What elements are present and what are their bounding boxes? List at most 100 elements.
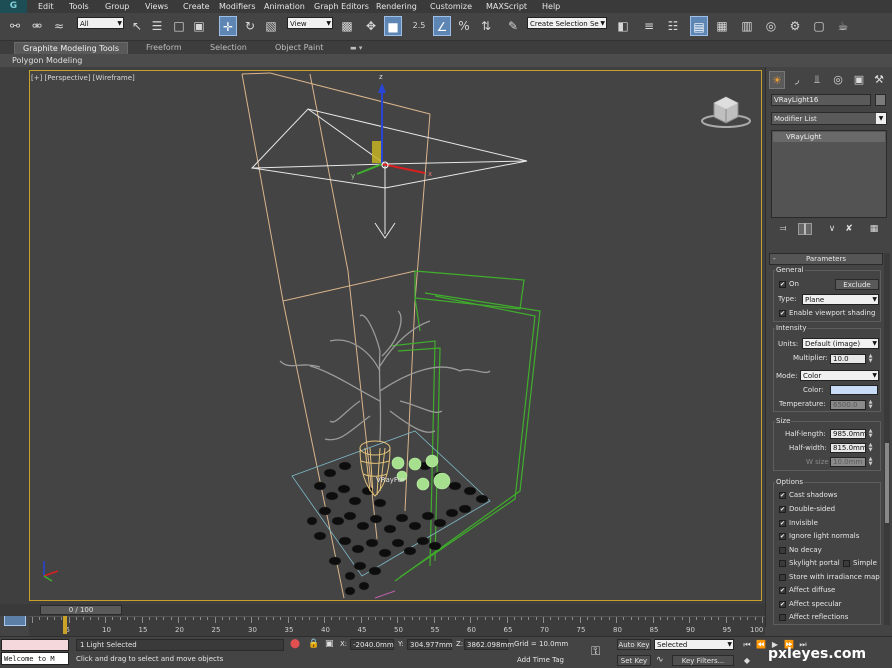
- affect-specular-checkbox[interactable]: ✔: [779, 601, 786, 608]
- key-set-dropdown[interactable]: Selected ▼: [654, 639, 734, 650]
- menu-modifiers[interactable]: Modifiers: [219, 1, 256, 12]
- modify-tab-icon[interactable]: ◞: [789, 71, 805, 89]
- half-length-field[interactable]: 985.0mm: [830, 429, 867, 439]
- double-sided-checkbox[interactable]: ✔: [779, 506, 786, 513]
- track-bar[interactable]: 5 10 15 20 25 30 35 40 45 50 55 60 65 70 75 80 85 90 95 100: [29, 616, 765, 636]
- select-and-scale-icon[interactable]: ▧: [262, 16, 280, 36]
- menu-maxscript[interactable]: MAXScript: [486, 1, 527, 12]
- key-filters-button[interactable]: Key Filters...: [672, 655, 734, 666]
- pivot-center-icon[interactable]: ▩: [338, 16, 356, 36]
- z-coord-field[interactable]: 3862.098mm: [464, 639, 514, 650]
- select-and-move-icon[interactable]: ✛: [219, 16, 237, 36]
- spinner-snap-icon[interactable]: ⇅: [477, 16, 495, 36]
- time-slider-thumb[interactable]: 0 / 100: [40, 605, 122, 615]
- menu-create[interactable]: Create: [183, 1, 210, 12]
- selection-filter-dropdown[interactable]: All ▼: [77, 17, 124, 29]
- tab-freeform[interactable]: Freeform: [146, 42, 182, 54]
- multiplier-spinner-icon[interactable]: ▲ ▼: [868, 354, 873, 364]
- stack-item-vraylight[interactable]: VRayLight: [773, 132, 885, 142]
- maxscript-listener-output[interactable]: [1, 639, 69, 651]
- half-length-spinner-icon[interactable]: ▲ ▼: [868, 429, 873, 439]
- menu-help[interactable]: Help: [542, 1, 560, 12]
- mode-dropdown[interactable]: Color ▼: [800, 370, 879, 381]
- menu-tools[interactable]: Tools: [69, 1, 89, 12]
- menu-rendering[interactable]: Rendering: [376, 1, 417, 12]
- ignore-light-normals-checkbox[interactable]: ✔: [779, 533, 786, 540]
- rendered-frame-window-icon[interactable]: ▢: [810, 16, 828, 36]
- auto-key-button[interactable]: Auto Key: [617, 639, 651, 650]
- exclude-button[interactable]: Exclude: [835, 279, 879, 290]
- key-mode-toggle-icon[interactable]: ◆: [741, 655, 753, 666]
- align-icon[interactable]: ≡: [640, 16, 658, 36]
- show-end-result-icon[interactable]: ┃: [798, 223, 812, 235]
- select-and-rotate-icon[interactable]: ↻: [241, 16, 259, 36]
- edit-named-selection-icon[interactable]: ✎: [504, 16, 522, 36]
- x-coord-field[interactable]: -2040.0mm: [350, 639, 394, 650]
- material-editor-icon[interactable]: ◎: [762, 16, 780, 36]
- window-crossing-icon[interactable]: ▣: [190, 16, 208, 36]
- no-decay-checkbox[interactable]: [779, 547, 786, 554]
- temperature-field[interactable]: 6500.0: [830, 400, 866, 410]
- snaps-toggle-icon[interactable]: 2.5: [410, 16, 428, 36]
- tab-graphite-modeling-tools[interactable]: Graphite Modeling Tools: [14, 42, 129, 54]
- schematic-view-icon[interactable]: ▥: [738, 16, 756, 36]
- angle-snap-icon[interactable]: ∠: [433, 16, 451, 36]
- selection-lock-icon[interactable]: 🔒: [308, 639, 319, 649]
- skylight-portal-checkbox[interactable]: [779, 560, 786, 567]
- named-selection-dropdown[interactable]: Create Selection Se ▼: [527, 17, 607, 29]
- configure-sets-icon[interactable]: ▦: [867, 223, 881, 235]
- ribbon-panel-label[interactable]: Polygon Modeling: [12, 56, 82, 65]
- previous-frame-icon[interactable]: ⏪: [755, 639, 767, 650]
- current-frame-marker[interactable]: [63, 616, 67, 634]
- app-logo-icon[interactable]: G: [0, 0, 27, 13]
- mirror-icon[interactable]: ◧: [614, 16, 632, 36]
- menu-customize[interactable]: Customize: [430, 1, 472, 12]
- viewport-label[interactable]: [+] [Perspective] [Wireframe]: [31, 74, 135, 82]
- bind-to-space-warp-icon[interactable]: ≈: [50, 16, 68, 36]
- select-by-name-icon[interactable]: ☰: [148, 16, 166, 36]
- tab-object-paint[interactable]: Object Paint: [275, 42, 323, 54]
- utilities-tab-icon[interactable]: ⚒: [871, 71, 887, 89]
- select-object-icon[interactable]: ↖: [128, 16, 146, 36]
- select-and-link-icon[interactable]: ⚯: [6, 16, 24, 36]
- make-unique-icon[interactable]: ∨: [825, 223, 839, 235]
- time-slider[interactable]: 0 / 100: [0, 604, 765, 616]
- half-width-field[interactable]: 815.0mm: [830, 443, 867, 453]
- tab-selection[interactable]: Selection: [210, 42, 247, 54]
- remove-modifier-icon[interactable]: ✘: [842, 223, 856, 235]
- y-coord-field[interactable]: 304.977mm: [407, 639, 453, 650]
- temperature-spinner-icon[interactable]: ▲ ▼: [868, 400, 873, 410]
- menu-animation[interactable]: Animation: [264, 1, 305, 12]
- set-key-icon[interactable]: ⚿: [591, 644, 600, 659]
- reference-coordinate-dropdown[interactable]: View ▼: [287, 17, 333, 29]
- create-tab-icon[interactable]: ☀: [769, 71, 785, 89]
- viewport-shading-checkbox[interactable]: ✔: [779, 310, 786, 317]
- object-color-swatch[interactable]: [875, 94, 886, 106]
- type-dropdown[interactable]: Plane ▼: [802, 294, 879, 305]
- units-dropdown[interactable]: Default (image) ▼: [802, 338, 879, 349]
- viewcube-icon[interactable]: [701, 96, 751, 128]
- cast-shadows-checkbox[interactable]: ✔: [779, 492, 786, 499]
- modifier-stack[interactable]: VRayLight: [771, 130, 887, 218]
- perspective-viewport[interactable]: z x y VRayFur: [29, 70, 762, 601]
- rectangular-selection-icon[interactable]: □: [170, 16, 188, 36]
- isolate-selection-icon[interactable]: ⬤: [290, 639, 300, 649]
- menu-group[interactable]: Group: [105, 1, 129, 12]
- affect-reflections-checkbox[interactable]: [779, 614, 786, 621]
- command-panel-scrollbar[interactable]: [884, 253, 890, 625]
- layer-manager-icon[interactable]: ☷: [664, 16, 682, 36]
- ribbon-options-icon[interactable]: ▬ ▾: [350, 42, 362, 54]
- unlink-selection-icon[interactable]: ⚮: [28, 16, 46, 36]
- select-manipulate-icon[interactable]: ✥: [362, 16, 380, 36]
- render-setup-icon[interactable]: ⚙: [786, 16, 804, 36]
- simple-checkbox[interactable]: [843, 560, 850, 567]
- menu-views[interactable]: Views: [145, 1, 168, 12]
- parameters-rollout-header[interactable]: - Parameters: [769, 253, 883, 265]
- w-size-field[interactable]: 10.0mm: [830, 457, 866, 467]
- on-checkbox[interactable]: ✔: [779, 281, 786, 288]
- modifier-list-dropdown[interactable]: Modifier List ▼: [771, 112, 887, 125]
- invisible-checkbox[interactable]: ✔: [779, 520, 786, 527]
- w-size-spinner-icon[interactable]: ▲ ▼: [868, 457, 873, 467]
- curve-editor-icon[interactable]: ▦: [713, 16, 731, 36]
- object-name-field[interactable]: VRayLight16: [771, 94, 871, 106]
